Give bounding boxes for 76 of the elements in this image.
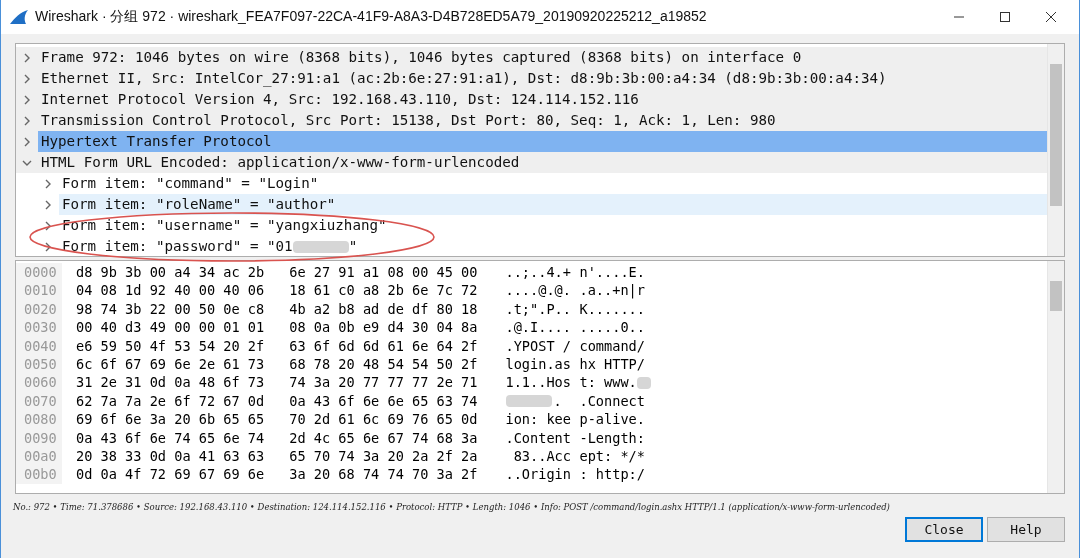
ascii-text: 1.1..Hos — [505, 373, 571, 392]
hex-bytes: 2d 4c 65 6e 67 74 68 3a — [289, 428, 478, 447]
ascii-text: : http:/ — [579, 465, 645, 484]
hex-bytes: 20 38 33 0d 0a 41 63 63 — [76, 446, 265, 466]
tree-item[interactable]: Form item: "password" = "01 " — [59, 236, 1047, 256]
byte-offset: 0080 — [16, 410, 62, 429]
ascii-text: .@.I.... — [505, 318, 571, 337]
byte-offset: 0010 — [16, 281, 62, 300]
dialog-button[interactable]: Help — [987, 517, 1065, 542]
ascii-text: hx HTTP/ — [579, 354, 645, 374]
hex-bytes: 68 78 20 48 54 54 50 2f — [289, 354, 478, 374]
chevron-right-icon[interactable] — [43, 220, 53, 231]
ascii-text: ..Origin — [505, 465, 571, 484]
close-icon[interactable] — [1045, 11, 1057, 23]
hex-bytes: 31 2e 31 0d 0a 48 6f 73 — [76, 373, 265, 392]
hex-bytes: e6 59 50 4f 53 54 20 2f — [76, 336, 265, 355]
ascii-text: ..;..4.+ — [505, 263, 571, 282]
scrollbar[interactable] — [1047, 261, 1064, 493]
chevron-right-icon[interactable] — [22, 115, 32, 126]
hex-bytes: 69 6f 6e 3a 20 6b 65 65 — [76, 410, 265, 429]
ascii-text: .Content — [505, 428, 571, 447]
chevron-right-icon[interactable] — [22, 73, 32, 84]
tree-item[interactable]: Form item: "username" = "yangxiuzhang" — [59, 215, 1047, 236]
ascii-text: . — [553, 391, 562, 411]
maximize-icon[interactable] — [999, 11, 1011, 23]
ascii-text: .t;".P.. — [505, 299, 571, 319]
ascii-text: 83..Acc — [512, 446, 571, 466]
ascii-text: ion: kee — [505, 410, 571, 429]
hex-bytes: 0a 43 6f 6e 74 65 6e 74 — [76, 428, 265, 447]
hex-bytes: 04 08 1d 92 40 00 40 06 — [76, 281, 265, 300]
hex-bytes: 63 6f 6d 6d 61 6e 64 2f — [289, 336, 478, 355]
ascii-text: ....@.@. — [505, 281, 571, 300]
chevron-right-icon[interactable] — [22, 136, 32, 147]
tree-item[interactable]: Form item: "roleName" = "author" — [59, 194, 1047, 215]
hex-bytes: 0d 0a 4f 72 69 67 69 6e — [76, 465, 265, 484]
scrollbar[interactable] — [1047, 44, 1064, 256]
byte-offset: 0060 — [16, 373, 62, 392]
ascii-text: .YPOST / — [505, 336, 571, 355]
hex-bytes: 62 7a 7a 2e 6f 72 67 0d — [76, 391, 265, 411]
chevron-right-icon[interactable] — [43, 178, 53, 189]
ascii-text: n'....E. — [579, 263, 645, 282]
shark-fin-icon — [9, 9, 29, 25]
ascii-text: login.as — [505, 354, 571, 374]
tree-item[interactable]: Form item: "command" = "Login" — [59, 173, 1047, 194]
byte-offset: 0000 — [16, 263, 62, 282]
chevron-right-icon[interactable] — [22, 52, 32, 63]
byte-offset: 00b0 — [16, 465, 62, 484]
hex-bytes: d8 9b 3b 00 a4 34 ac 2b — [76, 263, 265, 282]
hex-bytes: 74 3a 20 77 77 77 2e 71 — [289, 373, 478, 392]
hex-bytes: 18 61 c0 a8 2b 6e 7c 72 — [289, 281, 478, 300]
hex-bytes: 4b a2 b8 ad de df 80 18 — [289, 299, 478, 319]
hex-bytes: 00 40 d3 49 00 00 01 01 — [76, 318, 265, 337]
ascii-text: .Connect — [579, 391, 645, 411]
ascii-text: t: www. — [579, 373, 637, 392]
hex-bytes: 6e 27 91 a1 08 00 45 00 — [289, 263, 478, 282]
ascii-text: command/ — [579, 336, 645, 355]
ascii-text: K....... — [579, 299, 645, 319]
ascii-text: .a..+n|r — [579, 281, 645, 300]
tree-item[interactable]: Hypertext Transfer Protocol — [38, 131, 1047, 152]
hex-bytes: 3a 20 68 74 74 70 3a 2f — [289, 465, 478, 484]
dialog-button[interactable]: Close — [905, 517, 983, 542]
byte-offset: 0030 — [16, 318, 62, 337]
hex-bytes: 0a 43 6f 6e 6e 65 63 74 — [289, 391, 478, 411]
chevron-right-icon[interactable] — [43, 199, 53, 210]
ascii-text: ept: */* — [579, 446, 645, 466]
hex-bytes: 70 2d 61 6c 69 76 65 0d — [289, 410, 478, 429]
ascii-text: -Length: — [579, 428, 645, 447]
ascii-text: p-alive. — [579, 410, 645, 429]
ascii-text: .....0.. — [579, 318, 645, 337]
packet-summary: No.: 972 • Time: 71.378686 • Source: 192.168.43.110 • Destination: 124.114.152.116 • Protocol: HTTP • Length: 1046 • Info: POST /command/login.ashx HTTP/1.1 (application/x-www-form-urlencoded) — [13, 502, 891, 512]
hex-bytes: 08 0a 0b e9 d4 30 04 8a — [289, 318, 478, 337]
window-title: Wireshark · 分组 972 · wireshark_FEA7F097-22CA-41F9-A8A3-D4B728ED5A79_20190920225212_a19852 — [35, 8, 708, 26]
hex-bytes: 6c 6f 67 69 6e 2e 61 73 — [76, 354, 265, 374]
hex-bytes: 65 70 74 3a 20 2a 2f 2a — [289, 446, 478, 466]
chevron-right-icon[interactable] — [22, 94, 32, 105]
hex-bytes: 98 74 3b 22 00 50 0e c8 — [76, 299, 265, 319]
